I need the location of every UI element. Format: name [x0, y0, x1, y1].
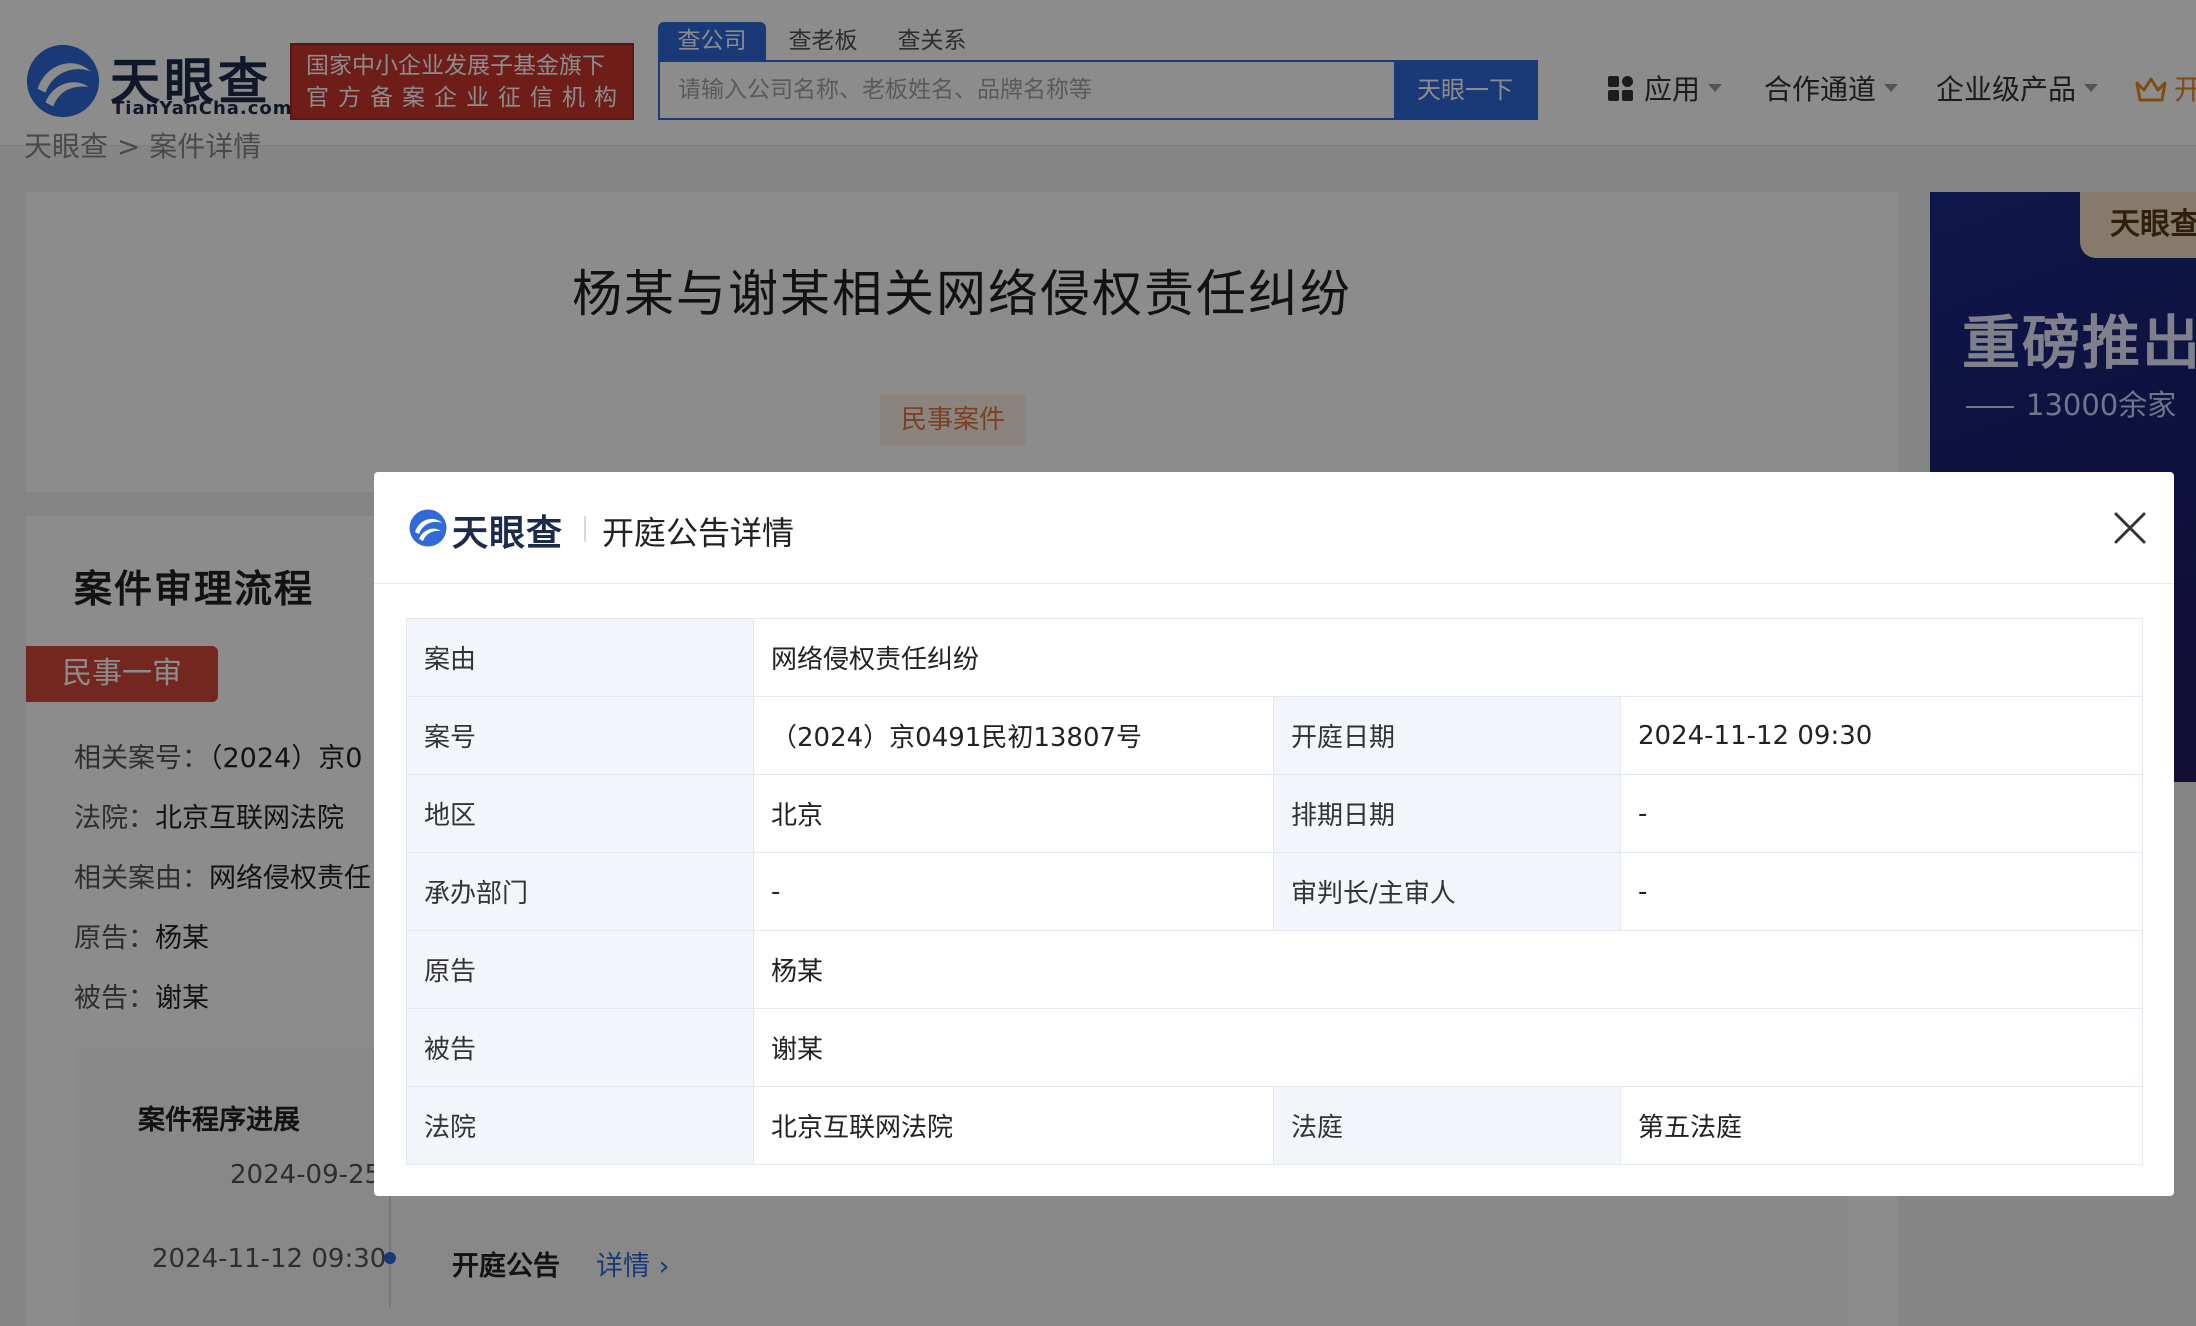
- field-value: 杨某: [754, 931, 2143, 1009]
- field-label: 案号: [407, 697, 754, 775]
- modal-header: 天眼查 开庭公告详情: [374, 472, 2174, 584]
- table-row: 法院 北京互联网法院 法庭 第五法庭: [407, 1087, 2143, 1165]
- table-row: 被告 谢某: [407, 1009, 2143, 1087]
- field-label: 审判长/主审人: [1274, 853, 1621, 931]
- table-row: 原告 杨某: [407, 931, 2143, 1009]
- field-label: 被告: [407, 1009, 754, 1087]
- field-value: 网络侵权责任纠纷: [754, 619, 2143, 697]
- table-row: 案由 网络侵权责任纠纷: [407, 619, 2143, 697]
- field-label: 排期日期: [1274, 775, 1621, 853]
- field-label: 原告: [407, 931, 754, 1009]
- field-value: 北京互联网法院: [754, 1087, 1274, 1165]
- field-value: （2024）京0491民初13807号: [754, 697, 1274, 775]
- field-value: -: [754, 853, 1274, 931]
- field-label: 案由: [407, 619, 754, 697]
- field-value: 2024-11-12 09:30: [1621, 697, 2143, 775]
- court-notice-modal: 天眼查 开庭公告详情 案由 网络侵权责任纠纷 案号 （2024）京0491民初1…: [374, 472, 2174, 1196]
- field-value: -: [1621, 853, 2143, 931]
- notice-detail-table: 案由 网络侵权责任纠纷 案号 （2024）京0491民初13807号 开庭日期 …: [406, 618, 2143, 1165]
- field-label: 承办部门: [407, 853, 754, 931]
- header-divider: [584, 516, 586, 542]
- field-value: 谢某: [754, 1009, 2143, 1087]
- field-value: -: [1621, 775, 2143, 853]
- close-icon[interactable]: [2110, 508, 2150, 548]
- field-value: 第五法庭: [1621, 1087, 2143, 1165]
- table-row: 地区 北京 排期日期 -: [407, 775, 2143, 853]
- table-row: 案号 （2024）京0491民初13807号 开庭日期 2024-11-12 0…: [407, 697, 2143, 775]
- field-label: 法庭: [1274, 1087, 1621, 1165]
- logo-emblem-icon: [408, 508, 448, 548]
- modal-title: 开庭公告详情: [602, 508, 794, 554]
- field-value: 北京: [754, 775, 1274, 853]
- field-label: 地区: [407, 775, 754, 853]
- field-label: 法院: [407, 1087, 754, 1165]
- table-row: 承办部门 - 审判长/主审人 -: [407, 853, 2143, 931]
- field-label: 开庭日期: [1274, 697, 1621, 775]
- modal-logo-text: 天眼查: [452, 504, 563, 556]
